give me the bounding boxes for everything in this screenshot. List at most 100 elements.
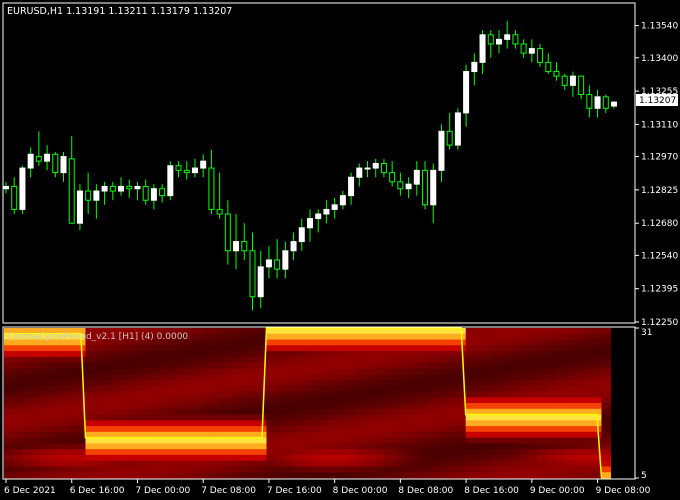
candle-body bbox=[520, 43, 527, 54]
heatmap-cell bbox=[556, 449, 566, 456]
heatmap-cell bbox=[13, 379, 23, 387]
time-tick-label: 9 Dec 00:00 bbox=[530, 486, 585, 496]
heatmap-cell bbox=[583, 385, 593, 392]
heatmap-cell bbox=[103, 449, 114, 456]
heatmap-cell bbox=[40, 391, 50, 398]
heatmap-cell bbox=[420, 333, 430, 341]
heatmap-cell bbox=[139, 449, 150, 456]
heatmap-cell bbox=[221, 345, 231, 352]
heatmap-cell bbox=[547, 472, 557, 479]
heatmap-cell bbox=[67, 414, 77, 421]
heatmap-cell bbox=[501, 443, 512, 450]
heatmap-cell bbox=[302, 362, 313, 369]
heatmap-cell bbox=[166, 454, 177, 462]
heatmap-cell bbox=[257, 374, 268, 381]
heatmap-cell bbox=[49, 414, 59, 421]
heatmap-cell bbox=[601, 391, 612, 398]
heatmap-cell bbox=[58, 374, 68, 381]
heatmap-cell bbox=[574, 333, 584, 341]
heatmap-cell bbox=[139, 414, 150, 421]
heatmap-cell bbox=[547, 454, 557, 462]
time-tick-label: 7 Dec 16:00 bbox=[267, 486, 322, 496]
heatmap-cell bbox=[22, 466, 32, 473]
heatmap-cell bbox=[411, 437, 421, 444]
heatmap-cell bbox=[438, 328, 449, 335]
heatmap-cell bbox=[139, 437, 150, 444]
heatmap-cell bbox=[348, 356, 358, 364]
heatmap-cell bbox=[58, 466, 68, 473]
heatmap-cell bbox=[420, 466, 430, 473]
heatmap-cell bbox=[393, 351, 403, 358]
heatmap-cell bbox=[121, 443, 132, 450]
heatmap-cell bbox=[520, 454, 530, 462]
heatmap-cell bbox=[230, 362, 240, 369]
heatmap-cell bbox=[384, 379, 394, 387]
heatmap-cell bbox=[31, 351, 41, 358]
heatmap-cell bbox=[320, 431, 331, 439]
heatmap-cell bbox=[58, 420, 68, 427]
heatmap-cell bbox=[520, 368, 530, 375]
heatmap-cell bbox=[94, 391, 105, 398]
heatmap-cell bbox=[348, 397, 358, 404]
heatmap-cell bbox=[248, 420, 258, 427]
heatmap-cell bbox=[501, 437, 512, 444]
heatmap-cell bbox=[492, 328, 503, 335]
candle bbox=[454, 108, 461, 150]
heatmap-cell bbox=[556, 345, 566, 352]
heatmap-cell bbox=[130, 356, 141, 364]
heatmap-cell bbox=[49, 351, 59, 358]
heatmap-cell bbox=[320, 460, 331, 467]
heatmap-cell bbox=[393, 374, 403, 381]
heatmap-cell bbox=[474, 397, 485, 404]
heatmap-cell bbox=[266, 437, 277, 444]
heatmap-cell bbox=[58, 431, 68, 439]
heatmap-cell bbox=[348, 351, 358, 358]
heatmap-cell bbox=[293, 379, 304, 387]
heatmap-cell bbox=[302, 449, 313, 456]
heatmap-cell bbox=[547, 426, 557, 433]
heatmap-cell bbox=[348, 385, 358, 392]
heatmap-cell bbox=[510, 466, 521, 473]
heatmap-cell bbox=[257, 437, 268, 444]
heatmap-cell bbox=[538, 362, 548, 369]
heatmap-cell bbox=[176, 420, 186, 427]
heatmap-cell bbox=[465, 391, 476, 398]
heatmap-cell bbox=[40, 362, 50, 369]
heatmap-cell bbox=[185, 403, 195, 410]
candle-body bbox=[35, 156, 42, 162]
heatmap-cell bbox=[384, 391, 394, 398]
heatmap-cell bbox=[121, 397, 132, 404]
heatmap-cell bbox=[103, 368, 114, 375]
heatmap-cell bbox=[556, 379, 566, 387]
heatmap-cell bbox=[438, 397, 449, 404]
heatmap-cell bbox=[302, 356, 313, 364]
heatmap-cell bbox=[574, 426, 584, 433]
heatmap-cell bbox=[375, 449, 385, 456]
heatmap-cell bbox=[320, 472, 331, 479]
heatmap-cell bbox=[338, 356, 349, 364]
candle bbox=[167, 161, 174, 201]
heatmap-cell bbox=[284, 443, 295, 450]
heatmap-cell bbox=[275, 420, 286, 427]
heatmap-cell bbox=[248, 339, 258, 346]
time-tick-label: 8 Dec 16:00 bbox=[464, 486, 519, 496]
heatmap-cell bbox=[148, 385, 159, 392]
heatmap-cell bbox=[230, 356, 240, 364]
heatmap-cell bbox=[67, 408, 77, 416]
heatmap-cell bbox=[556, 333, 566, 341]
heatmap-cell bbox=[338, 408, 349, 416]
heatmap-cell bbox=[510, 339, 521, 346]
heatmap-cell bbox=[510, 397, 521, 404]
candle-body bbox=[19, 167, 26, 210]
heatmap-cell bbox=[583, 414, 593, 421]
indicator-panel[interactable]: CoronaCyclePeriod_v2.1 [H1] (4) 0.0000 bbox=[2, 326, 636, 480]
heatmap-cell bbox=[85, 403, 96, 410]
heatmap-cell bbox=[148, 466, 159, 473]
heatmap-cell bbox=[375, 403, 385, 410]
heatmap-cell bbox=[194, 414, 204, 421]
heatmap-cell bbox=[402, 408, 412, 416]
heatmap-cell bbox=[266, 466, 277, 473]
heatmap-cell bbox=[501, 472, 512, 479]
heatmap-cell bbox=[348, 368, 358, 375]
heatmap-cell bbox=[40, 351, 50, 358]
